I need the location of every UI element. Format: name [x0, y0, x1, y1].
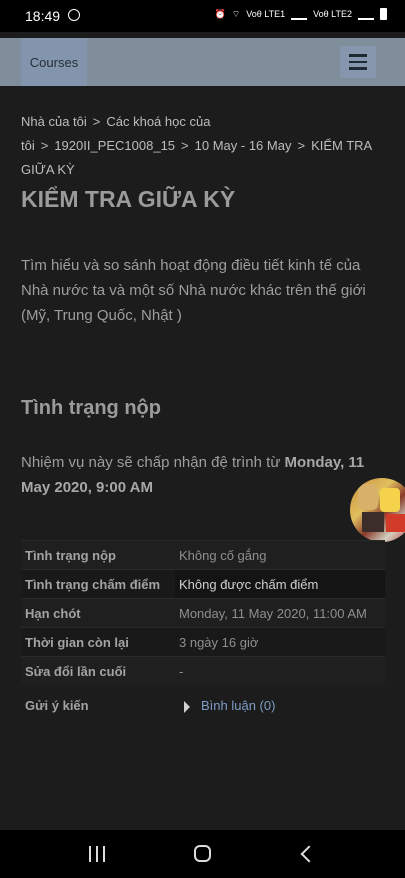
breadcrumb-course[interactable]: 1920II_PEC1008_15 [54, 138, 175, 153]
row-key: Sửa đổi lần cuối [21, 656, 175, 685]
system-nav-bar [0, 830, 405, 878]
table-row: Tình trạng chấm điểm Không được chấm điể… [21, 569, 385, 599]
row-key: Tình trạng nộp [21, 540, 175, 570]
chat-head-avatar[interactable] [350, 478, 405, 542]
feedback-label: Gửi ý kiến [25, 698, 89, 713]
table-row: Sửa đổi lần cuối - [21, 656, 385, 685]
page-title: KIỂM TRA GIỮA KỲ [21, 186, 236, 212]
acceptance-notice: Nhiệm vụ này sẽ chấp nhận đệ trình từ Mo… [21, 450, 371, 500]
table-row: Hạn chót Monday, 11 May 2020, 11:00 AM [21, 598, 385, 628]
recent-apps-icon[interactable] [89, 846, 105, 862]
messenger-icon [68, 9, 80, 21]
status-time: 18:49 [25, 8, 61, 24]
breadcrumb-week[interactable]: 10 May - 16 May [195, 138, 292, 153]
triangle-right-icon[interactable] [184, 701, 190, 713]
submission-status-heading: Tình trạng nộp [21, 397, 161, 419]
courses-button[interactable]: Courses [21, 38, 87, 86]
signal-icon [291, 8, 308, 20]
status-bar: 18:49 ⏰ ⌔ Voθ LTE1 Voθ LTE2 [0, 0, 405, 32]
table-row: Tình trạng nộp Không cố gắng [21, 540, 385, 570]
table-row: Thời gian còn lại 3 ngày 16 giờ [21, 627, 385, 657]
battery-icon [380, 8, 387, 20]
row-value: 3 ngày 16 giờ [175, 627, 385, 657]
home-icon[interactable] [194, 845, 211, 862]
breadcrumb: Nhà của tôi > Các khoá học của tôi >1920II_… [21, 114, 372, 177]
row-value: Không cố gắng [175, 540, 385, 570]
acceptance-prefix: Nhiệm vụ này sẽ chấp nhận đệ trình từ [21, 454, 285, 471]
feedback-row: Gửi ý kiến Bình luận (0) [21, 692, 385, 720]
back-icon[interactable] [300, 845, 318, 863]
row-value: Monday, 11 May 2020, 11:00 AM [175, 598, 385, 628]
row-key: Thời gian còn lại [21, 627, 175, 657]
submission-status-table: Tình trạng nộp Không cố gắng Tình trạng … [21, 540, 385, 685]
status-icons: ⏰ ⌔ Voθ LTE1 Voθ LTE2 [215, 8, 387, 20]
sim1-label: Voθ LTE1 [246, 9, 286, 19]
assignment-description: Tìm hiểu và so sánh hoạt động điều tiết … [21, 257, 366, 324]
comments-link[interactable]: Bình luận (0) [201, 698, 275, 713]
sim2-label: Voθ LTE2 [313, 9, 352, 19]
top-navbar: Courses [0, 38, 405, 86]
hamburger-menu-icon[interactable] [340, 46, 376, 78]
wifi-icon: ⌔ [231, 8, 241, 19]
row-value: - [175, 656, 385, 685]
row-value: Không được chấm điểm [175, 569, 385, 599]
row-key: Tình trạng chấm điểm [21, 569, 175, 599]
alarm-icon: ⏰ [214, 8, 226, 19]
breadcrumb-home[interactable]: Nhà của tôi [21, 114, 87, 129]
row-key: Hạn chót [21, 598, 175, 628]
signal-icon [358, 8, 374, 20]
